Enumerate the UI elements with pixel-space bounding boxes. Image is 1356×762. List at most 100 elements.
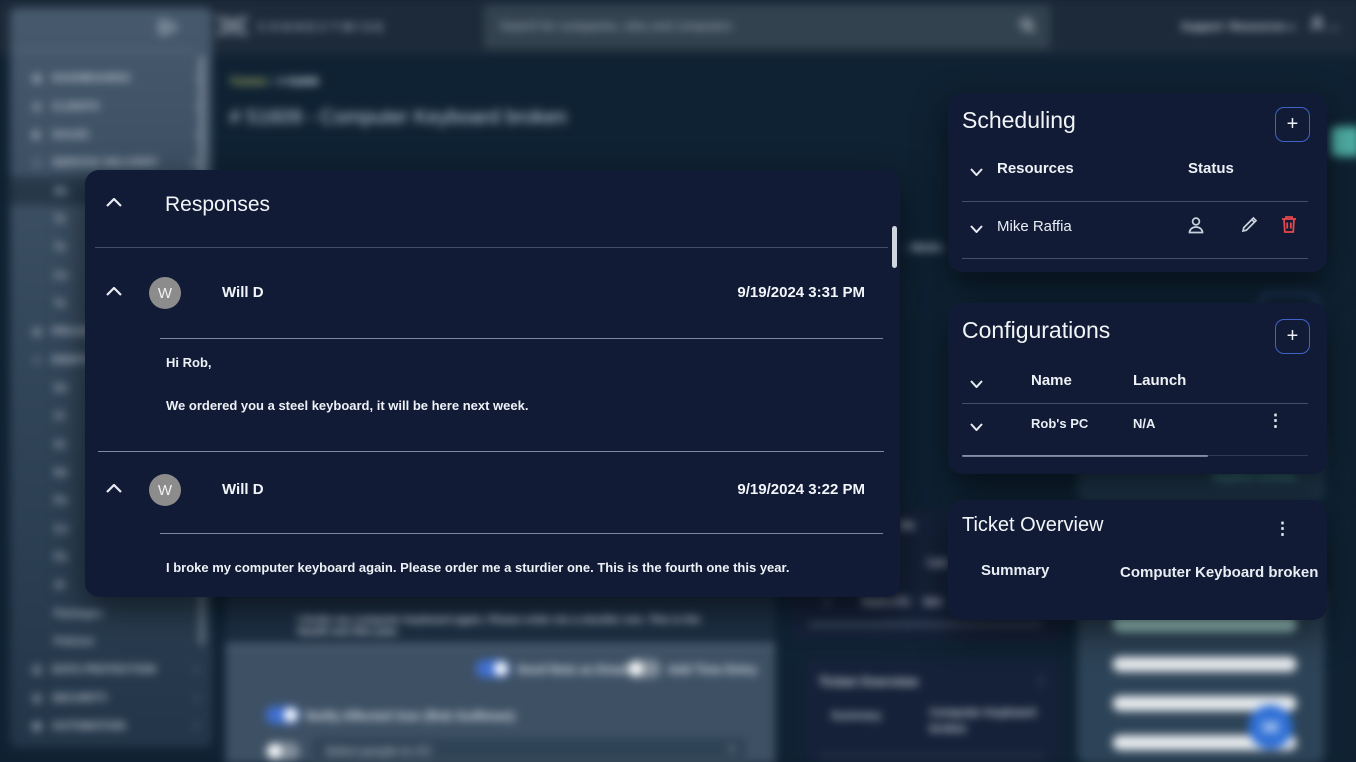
endpoints-icon: ▭: [32, 354, 46, 365]
bg-summary-value: Computer Keyboard broken: [930, 705, 1051, 737]
scheduling-panel: Scheduling + Resources Status Mike Raffi…: [948, 93, 1327, 272]
kebab-menu-icon: ⋮: [1034, 673, 1047, 689]
add-configuration-button[interactable]: +: [1275, 319, 1310, 354]
connectwise-brand-text: CONNECTWISE: [257, 20, 386, 34]
chevron-right-icon: ›: [194, 128, 198, 140]
scrollbar-thumb[interactable]: [892, 226, 897, 268]
bg-config-divider: [809, 623, 1042, 625]
responses-title: Responses: [165, 193, 270, 217]
collapse-message-icon[interactable]: [106, 287, 122, 296]
search-icon[interactable]: [1020, 18, 1035, 33]
message-author: Will D: [222, 481, 264, 498]
search-placeholder: Search for companies, sites and computer…: [500, 19, 732, 33]
support-link[interactable]: Support: [1181, 21, 1223, 33]
send-note-label: Send Note as Email: [517, 663, 629, 677]
add-time-toggle[interactable]: [627, 660, 661, 678]
chevron-right-icon: ›: [194, 100, 198, 112]
resources-menu[interactable]: Resources ∨: [1229, 21, 1295, 33]
assignee-status-icon[interactable]: [1186, 215, 1206, 235]
add-time-label: Add Time Entry: [668, 663, 757, 677]
status-column-header: Status: [1188, 160, 1234, 177]
sales-icon: ◧: [32, 129, 46, 140]
breadcrumb: Tickets/# 51609: [229, 76, 318, 88]
kebab-menu-icon[interactable]: ⋮: [1267, 412, 1284, 429]
divider: [98, 451, 884, 452]
name-column-header: Name: [1031, 372, 1072, 389]
sidebar-item-data-protection[interactable]: ▧DATA PROTECTION›: [10, 656, 212, 684]
notify-user-toggle[interactable]: [266, 706, 300, 724]
bg-overview-divider: [819, 755, 1044, 756]
sidebar-item-policies[interactable]: Policies: [10, 627, 212, 655]
avatar: W: [149, 277, 181, 309]
chevron-right-icon: ›: [194, 72, 198, 84]
divider: [962, 201, 1308, 202]
bg-note-text: I broke my computer keyboard again. Plea…: [298, 613, 721, 637]
avatar: W: [149, 474, 181, 506]
app-window: CONNECTWISE Search for companies, sites …: [0, 0, 1356, 762]
profile-icon[interactable]: [1309, 15, 1326, 32]
projects-icon: ▤: [32, 326, 46, 337]
message-timestamp: 9/19/2024 3:22 PM: [737, 481, 865, 498]
delete-trash-icon[interactable]: [1280, 214, 1298, 234]
profile-chevron-icon[interactable]: ∨: [1332, 23, 1339, 34]
divider: [962, 403, 1308, 404]
add-schedule-button[interactable]: +: [1275, 107, 1310, 142]
scheduling-title: Scheduling: [962, 107, 1076, 134]
connectwise-logo-icon: [215, 12, 249, 40]
service-delivery-icon: ▢: [32, 157, 46, 168]
summary-label: Summary: [981, 562, 1049, 579]
bg-config-row-name: Rob's PC: [862, 596, 911, 608]
chevron-down-icon[interactable]: [970, 380, 983, 388]
automation-icon: ▩: [32, 721, 46, 732]
cc-toggle[interactable]: [266, 742, 300, 760]
chevron-down-icon[interactable]: [970, 225, 983, 233]
sidebar-item-sales[interactable]: ◧SALES›: [10, 120, 212, 148]
ticket-overview-title: Ticket Overview: [962, 514, 1104, 537]
message-line: Hi Rob,: [166, 355, 212, 370]
send-note-toggle[interactable]: [476, 660, 510, 678]
sidebar-item-security[interactable]: ▨SECURITY›: [10, 684, 212, 712]
edit-pencil-icon[interactable]: [1240, 215, 1259, 234]
chevron-right-icon: ›: [194, 692, 198, 704]
configuration-name: Rob's PC: [1031, 416, 1088, 431]
sidebar-item-clients[interactable]: ▥CLIENTS›: [10, 92, 212, 120]
scrollbar-thumb[interactable]: [962, 455, 1208, 457]
configuration-launch: N/A: [1133, 416, 1155, 431]
bg-launch-header-fragment: Lau: [927, 557, 948, 569]
divider: [962, 258, 1308, 259]
sidebar-divider: [14, 50, 194, 51]
bg-ticket-overview-title: Ticket Overview: [819, 674, 918, 689]
chevron-down-icon: ∨: [190, 156, 198, 169]
message-timestamp: 9/19/2024 3:31 PM: [737, 284, 865, 301]
launch-column-header: Launch: [1133, 372, 1186, 389]
breadcrumb-tickets-link[interactable]: Tickets: [229, 76, 267, 88]
sidebar-item-dashboards[interactable]: ▦DASHBOARDS›: [10, 64, 212, 92]
dashboards-icon: ▦: [32, 73, 46, 84]
resources-column-header: Resources: [997, 160, 1074, 177]
kebab-menu-icon[interactable]: ⋮: [1274, 520, 1291, 537]
priority-fragment: - Mediu: [904, 242, 943, 254]
summary-value: Computer Keyboard broken: [1120, 560, 1325, 586]
clients-icon: ▥: [32, 101, 46, 112]
chevron-right-icon: ›: [194, 664, 198, 676]
collapse-message-icon[interactable]: [106, 484, 122, 493]
message-line: I broke my computer keyboard again. Plea…: [166, 560, 789, 575]
bg-summary-label: Summary: [831, 710, 881, 722]
collapse-section-icon[interactable]: [106, 198, 122, 207]
chevron-right-icon: ›: [194, 720, 198, 732]
divider: [95, 247, 888, 248]
resource-name: Mike Raffia: [997, 218, 1072, 235]
new-button[interactable]: [1331, 126, 1356, 156]
page-title: # 51609 - Computer Keyboard broken: [229, 106, 567, 129]
chevron-down-icon: ∨: [824, 597, 831, 608]
connectwise-assistant-fab[interactable]: [1248, 705, 1292, 749]
sidebar-collapse-icon[interactable]: [157, 20, 177, 35]
chevron-down-icon: ∨: [1289, 22, 1296, 32]
chevron-down-icon: ∨: [728, 744, 735, 755]
bg-configurations-title-fragment: ns: [899, 517, 914, 532]
divider: [160, 533, 883, 534]
sidebar-item-packages[interactable]: Packages: [10, 599, 212, 627]
sidebar-item-automation[interactable]: ▩AUTOMATION›: [10, 712, 212, 740]
chevron-down-icon[interactable]: [970, 423, 983, 431]
chevron-down-icon[interactable]: [970, 168, 983, 176]
